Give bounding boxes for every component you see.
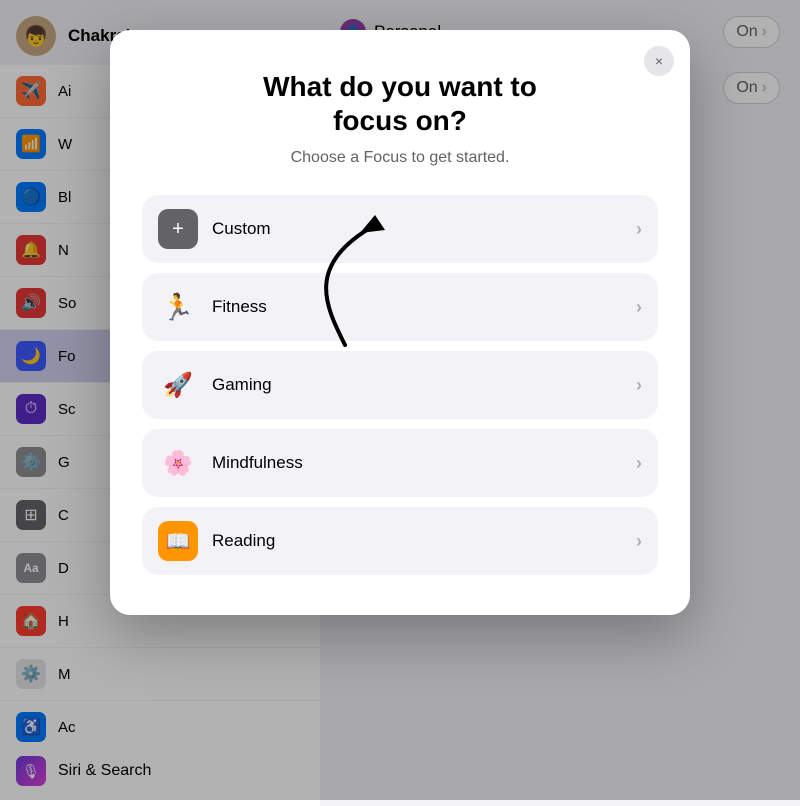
focus-modal: × What do you want tofocus on? Choose a … — [110, 30, 690, 615]
reading-icon: 📖 — [158, 521, 198, 561]
reading-label: Reading — [212, 531, 622, 551]
fitness-label: Fitness — [212, 297, 622, 317]
gaming-label: Gaming — [212, 375, 622, 395]
fitness-icon: 🏃 — [158, 287, 198, 327]
gaming-chevron-icon: › — [636, 375, 642, 396]
modal-subtitle: Choose a Focus to get started. — [142, 149, 658, 167]
modal-overlay: × What do you want tofocus on? Choose a … — [0, 0, 800, 800]
close-button[interactable]: × — [644, 46, 674, 76]
custom-icon: + — [158, 209, 198, 249]
focus-item-reading[interactable]: 📖 Reading › — [142, 507, 658, 575]
gaming-icon: 🚀 — [158, 365, 198, 405]
mindfulness-chevron-icon: › — [636, 453, 642, 474]
focus-item-fitness[interactable]: 🏃 Fitness › — [142, 273, 658, 341]
focus-item-mindfulness[interactable]: 🌸 Mindfulness › — [142, 429, 658, 497]
modal-title: What do you want tofocus on? — [142, 70, 658, 137]
focus-item-custom[interactable]: + Custom › — [142, 195, 658, 263]
fitness-chevron-icon: › — [636, 297, 642, 318]
mindfulness-label: Mindfulness — [212, 453, 622, 473]
custom-chevron-icon: › — [636, 219, 642, 240]
reading-chevron-icon: › — [636, 531, 642, 552]
mindfulness-icon: 🌸 — [158, 443, 198, 483]
custom-label: Custom — [212, 219, 622, 239]
focus-item-gaming[interactable]: 🚀 Gaming › — [142, 351, 658, 419]
focus-list: + Custom › 🏃 Fitness › 🚀 Gaming › 🌸 Mind… — [142, 195, 658, 575]
